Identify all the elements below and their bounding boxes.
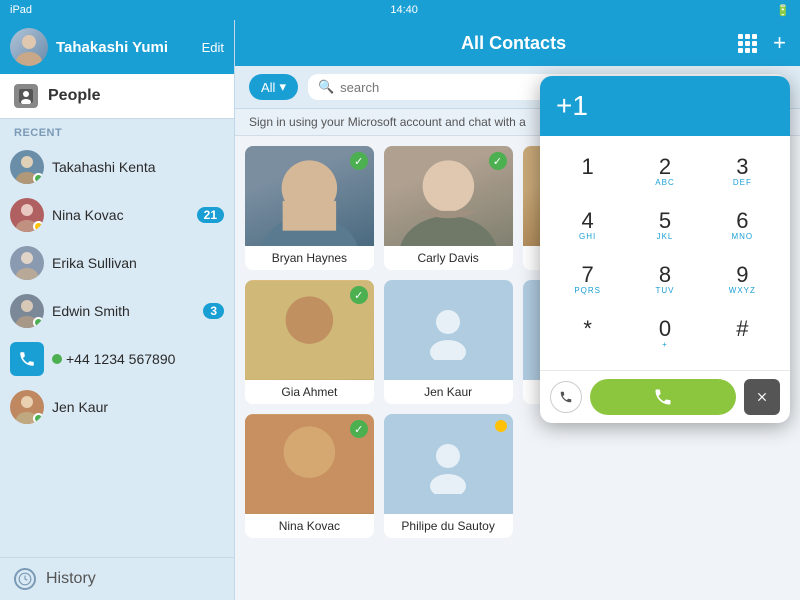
dial-key-7[interactable]: 7 PQRS [550, 254, 625, 306]
contact-card-nina[interactable]: ✓ Nina Kovac [245, 414, 374, 538]
sidebar-contact-erika[interactable]: Erika Sullivan [0, 239, 234, 287]
contact-name: Jen Kaur [384, 380, 513, 404]
user-name: Tahakashi Yumi [56, 39, 194, 56]
main-title: All Contacts [461, 33, 566, 54]
contact-name: Carly Davis [384, 246, 513, 270]
dial-key-hash[interactable]: # [705, 308, 780, 360]
badge: 21 [197, 207, 224, 223]
contact-photo [384, 280, 513, 380]
dial-key-4[interactable]: 4 GHI [550, 200, 625, 252]
edit-button[interactable]: Edit [202, 40, 224, 55]
check-indicator: ✓ [350, 152, 368, 170]
status-indicator [33, 173, 44, 184]
contact-card-jen[interactable]: Jen Kaur [384, 280, 513, 404]
dial-key-0[interactable]: 0 + [627, 308, 702, 360]
contact-card-carly[interactable]: ✓ Carly Davis [384, 146, 513, 270]
yellow-indicator [495, 420, 507, 432]
avatar [10, 294, 44, 328]
contact-name: Nina Kovac [52, 207, 189, 223]
dialpad-display: +1 [540, 76, 790, 136]
dial-key-6[interactable]: 6 MNO [705, 200, 780, 252]
call-button[interactable] [590, 379, 736, 415]
contact-card-philipe[interactable]: Philipe du Sautoy [384, 414, 513, 538]
recent-label: RECENT [0, 119, 234, 143]
status-indicator [52, 354, 62, 364]
status-device: iPad [10, 4, 32, 16]
main-header: All Contacts + [235, 20, 800, 66]
contact-name: Bryan Haynes [245, 246, 374, 270]
contact-name: Gia Ahmet [245, 380, 374, 404]
contact-name: Edwin Smith [52, 303, 195, 319]
dial-key-2[interactable]: 2 ABC [627, 146, 702, 198]
dialpad-bottom [540, 370, 790, 423]
avatar [10, 28, 48, 66]
main-content: All Contacts + All ▾ 🔍 Sign [235, 20, 800, 600]
contact-card-bryan[interactable]: ✓ Bryan Haynes [245, 146, 374, 270]
phone-icon-box [10, 342, 44, 376]
check-indicator: ✓ [350, 420, 368, 438]
sidebar-contact-phone[interactable]: +44 1234 567890 [0, 335, 234, 383]
status-indicator [33, 317, 44, 328]
status-battery: 🔋 [776, 4, 790, 17]
history-icon [14, 568, 36, 590]
contact-card-gia[interactable]: ✓ Gia Ahmet [245, 280, 374, 404]
sidebar-contact-nina[interactable]: Nina Kovac 21 [0, 191, 234, 239]
status-indicator [33, 221, 44, 232]
dial-key-8[interactable]: 8 TUV [627, 254, 702, 306]
phone-small-button[interactable] [550, 381, 582, 413]
sidebar-contact-edwin[interactable]: Edwin Smith 3 [0, 287, 234, 335]
header-icons: + [738, 30, 786, 56]
contact-name: Erika Sullivan [52, 255, 224, 271]
avatar [10, 246, 44, 280]
contact-name: Philipe du Sautoy [384, 514, 513, 538]
contact-photo [384, 414, 513, 514]
badge: 3 [203, 303, 224, 319]
contact-name: Jen Kaur [52, 399, 224, 415]
delete-button[interactable] [744, 379, 780, 415]
avatar [10, 198, 44, 232]
people-icon [14, 84, 38, 108]
filter-button[interactable]: All ▾ [249, 74, 298, 100]
chevron-down-icon: ▾ [279, 79, 286, 95]
check-indicator: ✓ [489, 152, 507, 170]
user-header: Tahakashi Yumi Edit [0, 20, 234, 74]
history-label: History [46, 570, 96, 588]
status-time: 14:40 [390, 4, 418, 16]
avatar [10, 150, 44, 184]
dialpad-overlay: +1 1 2 ABC 3 DEF 4 GHI [540, 76, 790, 423]
dialpad-grid: 1 2 ABC 3 DEF 4 GHI 5 JKL [540, 136, 790, 370]
check-indicator: ✓ [350, 286, 368, 304]
status-indicator [33, 413, 44, 424]
people-label: People [48, 87, 100, 105]
search-icon: 🔍 [318, 79, 334, 95]
contact-name: Takahashi Kenta [52, 159, 224, 175]
contact-name: Nina Kovac [245, 514, 374, 538]
grid-icon[interactable] [738, 34, 757, 53]
avatar [10, 390, 44, 424]
add-contact-icon[interactable]: + [773, 30, 786, 56]
dial-key-1[interactable]: 1 [550, 146, 625, 198]
sidebar-contact-takahashi[interactable]: Takahashi Kenta [0, 143, 234, 191]
sidebar: Tahakashi Yumi Edit People RECENT [0, 20, 235, 600]
dial-key-5[interactable]: 5 JKL [627, 200, 702, 252]
dial-key-3[interactable]: 3 DEF [705, 146, 780, 198]
dial-key-9[interactable]: 9 WXYZ [705, 254, 780, 306]
contact-name: +44 1234 567890 [66, 351, 224, 367]
sidebar-contact-jen[interactable]: Jen Kaur [0, 383, 234, 431]
sidebar-item-history[interactable]: History [0, 557, 234, 600]
sidebar-item-people[interactable]: People [0, 74, 234, 119]
status-bar: iPad 14:40 🔋 [0, 0, 800, 20]
dial-key-star[interactable]: * [550, 308, 625, 360]
